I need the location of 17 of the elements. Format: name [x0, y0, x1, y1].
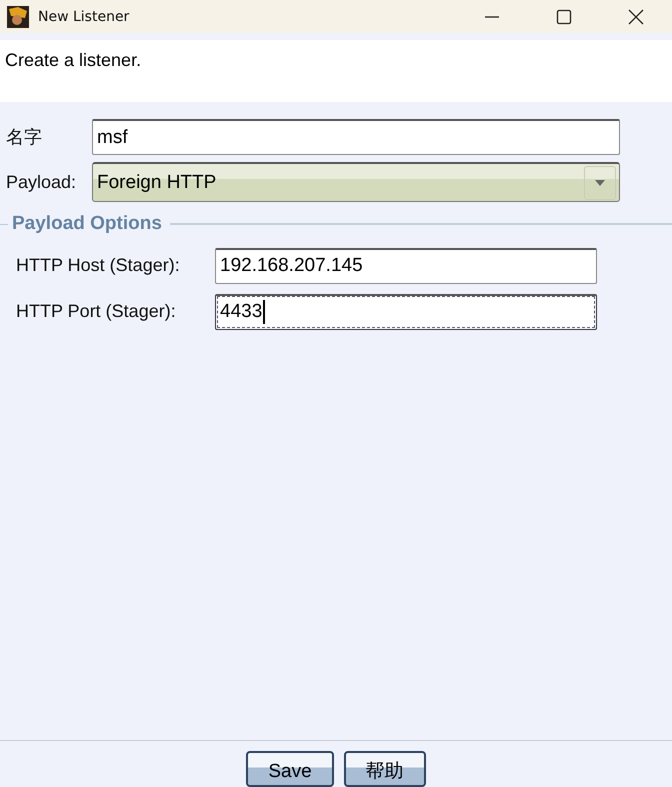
save-button[interactable]: Save: [246, 751, 334, 787]
maximize-icon[interactable]: [556, 8, 572, 24]
window-title: New Listener: [38, 8, 130, 24]
help-button[interactable]: 帮助: [344, 751, 426, 787]
description-text: Create a listener.: [5, 50, 142, 70]
dropdown-arrow-icon: [595, 180, 605, 186]
input-field[interactable]: 192.168.207.145: [215, 248, 597, 284]
app-icon: [7, 6, 29, 28]
field-label: Payload:: [6, 172, 78, 192]
field-label: 名字: [6, 126, 43, 149]
field-label: HTTP Host (Stager):: [16, 255, 181, 276]
payload-dropdown[interactable]: Foreign HTTP: [92, 162, 620, 202]
section-title: Payload Options: [12, 213, 162, 235]
input-field[interactable]: msf: [92, 119, 620, 155]
field-label: HTTP Port (Stager):: [16, 301, 177, 322]
input-field[interactable]: 4433: [215, 294, 597, 330]
close-icon[interactable]: [628, 8, 644, 24]
